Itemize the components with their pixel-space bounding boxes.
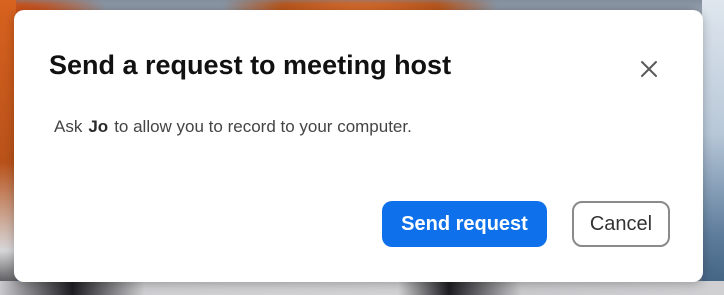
dialog-title: Send a request to meeting host (49, 50, 452, 80)
message-suffix: to allow you to record to your computer. (114, 117, 412, 136)
dialog-message: Ask Jo to allow you to record to your comp… (54, 117, 412, 137)
close-button[interactable] (634, 54, 664, 84)
cancel-button[interactable]: Cancel (572, 201, 670, 247)
message-prefix: Ask (54, 117, 83, 136)
send-request-button[interactable]: Send request (382, 201, 547, 247)
host-name: Jo (88, 117, 109, 136)
background-video-right-edge (702, 0, 724, 295)
record-request-dialog: Send a request to meeting host Ask Jo to a… (14, 10, 703, 282)
background-video-bottom-edge (0, 281, 724, 295)
close-icon (641, 61, 657, 77)
